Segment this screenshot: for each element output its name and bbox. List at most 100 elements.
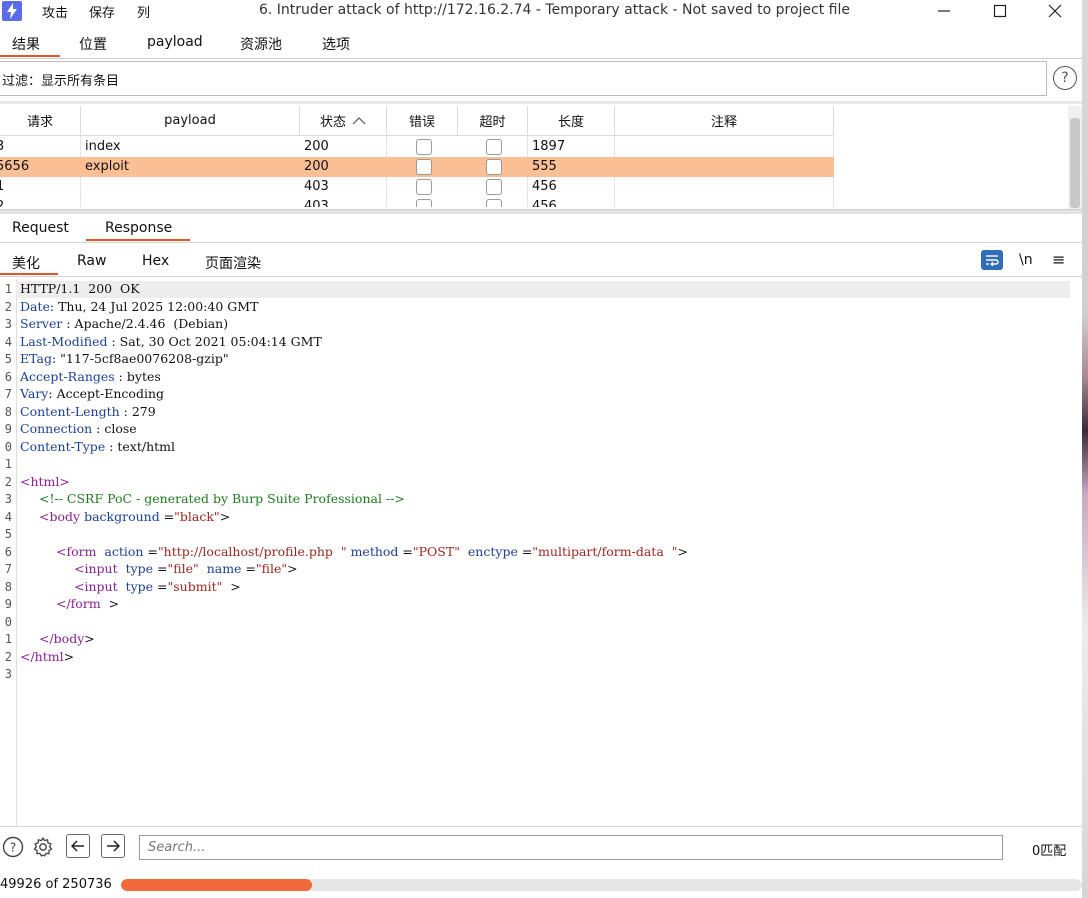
html-line: <input type ="file" name ="file"> [74, 561, 298, 576]
timeout-checkbox [486, 159, 502, 175]
response-editor[interactable]: 1 2 3 4 5 6 7 8 9 0 1 2 3 4 5 6 7 8 9 0 … [0, 279, 1082, 826]
cell-request: 3 [0, 139, 5, 154]
cell-payload: index [85, 139, 121, 154]
maximize-button[interactable] [978, 0, 1022, 22]
header-value: bytes [126, 368, 161, 384]
close-button[interactable] [1033, 0, 1077, 22]
error-checkbox [416, 159, 432, 175]
html-tag: <body [39, 508, 81, 524]
current-line-highlight [16, 281, 1070, 298]
html-attr: enctype [467, 543, 518, 559]
filter-label[interactable]: 过滤：显示所有条目 [2, 70, 119, 89]
timeout-checkbox [486, 179, 502, 195]
table-row-selected[interactable]: 5656 exploit 200 555 [0, 157, 834, 177]
table-row[interactable]: 1 403 456 [0, 177, 834, 197]
cell-request: 5656 [0, 159, 30, 174]
hamburger-menu-icon[interactable]: ≡ [1052, 250, 1065, 269]
split-pane-divider[interactable] [0, 209, 1082, 214]
tab-options[interactable]: 选项 [322, 34, 350, 54]
next-match-button[interactable] [101, 834, 125, 858]
header-sep: : [49, 298, 59, 314]
arrow-left-icon [71, 840, 84, 852]
menu-columns[interactable]: 列 [137, 2, 150, 21]
table-row[interactable]: 2 403 456 [0, 197, 834, 207]
help-button[interactable]: ? [1, 835, 25, 859]
title-bar: 攻击 保存 列 6. Intruder attack of http://172… [0, 0, 1088, 22]
html-tag: <html> [20, 473, 70, 489]
header-name: Content-Length [20, 403, 120, 419]
previous-match-button[interactable] [66, 834, 90, 858]
help-icon: ? [2, 836, 24, 858]
minimize-button[interactable] [922, 0, 966, 22]
line-number: 1 [4, 282, 12, 296]
divider [0, 101, 1082, 104]
active-tab-indicator [0, 55, 60, 57]
tab-hex[interactable]: Hex [142, 253, 169, 269]
header-name: Last-Modified [20, 333, 108, 349]
line-number: 2 [4, 474, 12, 489]
tab-resource-pool[interactable]: 资源池 [240, 34, 282, 54]
help-icon[interactable]: ? [1053, 66, 1077, 90]
cell-length: 456 [532, 179, 557, 194]
header-sep: : [51, 351, 61, 366]
cell-status: 200 [304, 139, 329, 154]
maximize-icon [993, 4, 1007, 18]
header-name: Date [20, 298, 50, 314]
word-wrap-button[interactable] [981, 250, 1003, 270]
settings-button[interactable] [31, 835, 55, 859]
html-attr: type [125, 561, 154, 576]
column-header-length[interactable]: 长度 [528, 106, 615, 136]
html-tag: <form [56, 543, 97, 559]
column-header-request[interactable]: 请求 [0, 106, 81, 136]
filter-bar[interactable]: 过滤：显示所有条目 [0, 61, 1047, 96]
column-header-status[interactable]: 状态 [300, 106, 387, 136]
html-attr: background [84, 508, 160, 524]
tab-response[interactable]: Response [105, 220, 172, 236]
tab-payloads[interactable]: payload [147, 34, 203, 50]
header-sep: : [62, 316, 75, 331]
tab-raw[interactable]: Raw [77, 253, 106, 269]
error-checkbox [416, 199, 432, 207]
column-header-error[interactable]: 错误 [387, 106, 458, 136]
table-row[interactable]: 3 index 200 1897 [0, 137, 834, 157]
line-number: 2 [4, 649, 12, 664]
menu-save[interactable]: 保存 [89, 2, 115, 21]
header-name: Vary [20, 386, 49, 401]
main-tabs: 结果 位置 payload 资源池 选项 [0, 30, 1082, 59]
header-sep: : [119, 403, 132, 419]
tab-results[interactable]: 结果 [12, 34, 40, 54]
column-header-comment[interactable]: 注释 [615, 106, 834, 136]
line-number: 3 [4, 317, 12, 331]
header-value: Thu, 24 Jul 2025 12:00:40 GMT [58, 298, 259, 314]
line-number-gutter: 1 2 3 4 5 6 7 8 9 0 1 2 3 4 5 6 7 8 9 0 … [0, 279, 17, 826]
menu-attack[interactable]: 攻击 [42, 2, 68, 21]
divider [0, 276, 1082, 277]
match-count: 0匹配 [1032, 844, 1067, 859]
tab-positions[interactable]: 位置 [79, 34, 107, 54]
line-number: 6 [4, 369, 12, 384]
status-line: HTTP/1.1 200 OK [20, 281, 140, 296]
show-newlines-button[interactable]: \n [1019, 252, 1033, 268]
tab-pretty[interactable]: 美化 [12, 253, 40, 273]
html-line: <body background ="black"> [39, 508, 231, 524]
line-number: 9 [4, 422, 12, 436]
html-value: "POST" [412, 543, 460, 559]
line-number: 0 [4, 614, 12, 629]
header-value: close [104, 421, 137, 436]
header-sep: : [105, 438, 118, 454]
html-tag: </html [20, 648, 64, 664]
cell-length: 1897 [532, 139, 566, 154]
html-value: "multipart/form-data " [532, 543, 678, 559]
tab-render[interactable]: 页面渲染 [205, 253, 261, 273]
gear-icon [33, 837, 53, 857]
active-tab-indicator [86, 239, 190, 241]
cell-length: 555 [532, 159, 557, 174]
table-scrollbar-thumb[interactable] [1070, 118, 1080, 208]
search-input[interactable] [139, 835, 1003, 860]
column-header-timeout[interactable]: 超时 [458, 106, 528, 136]
burp-logo-icon [2, 1, 22, 21]
tab-request[interactable]: Request [12, 220, 69, 236]
html-comment: <!-- CSRF PoC - generated by Burp Suite … [39, 491, 405, 506]
line-number: 2 [4, 299, 12, 314]
column-header-payload[interactable]: payload [81, 106, 300, 136]
